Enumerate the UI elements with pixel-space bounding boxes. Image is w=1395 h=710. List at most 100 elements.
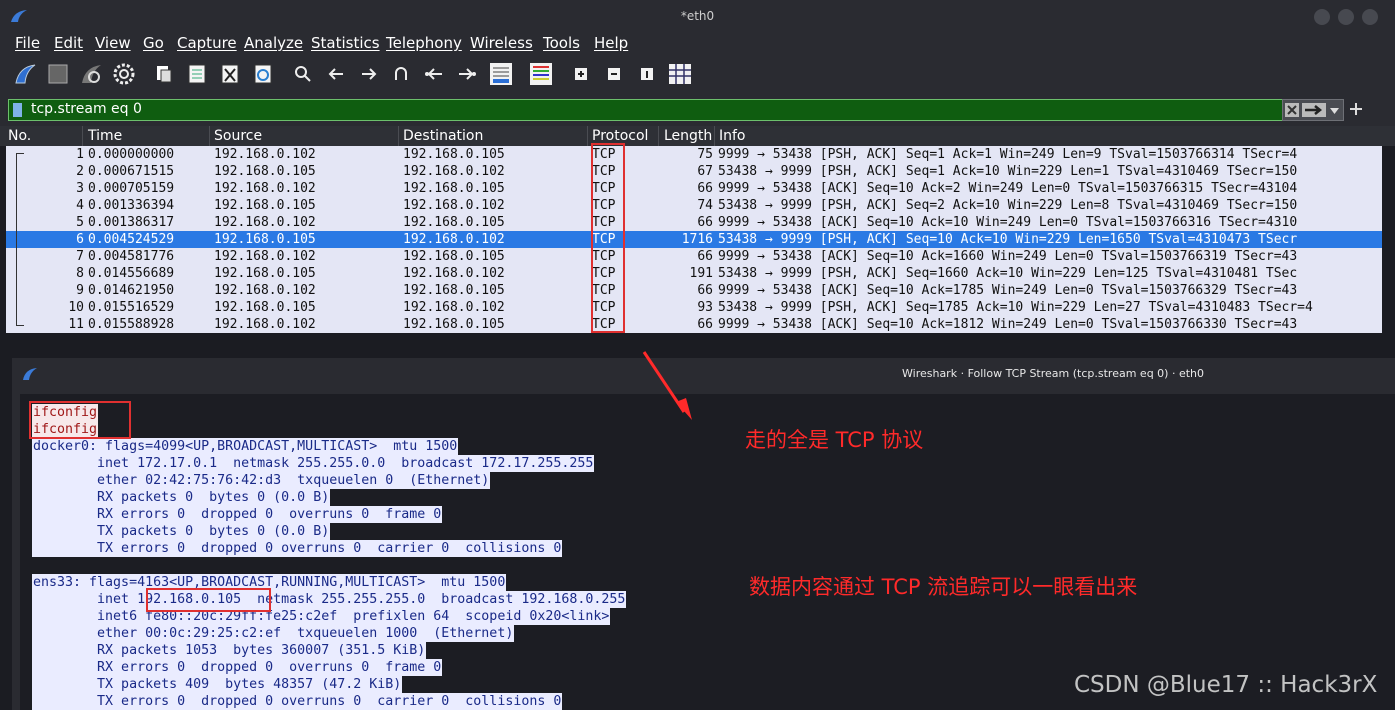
- packet-row[interactable]: 10 0.015516529 192.168.0.105 192.168.0.102 T…: [6, 299, 1382, 316]
- cell-length: 66: [697, 317, 713, 332]
- menu-statistics[interactable]: Statistics: [311, 34, 380, 52]
- filter-text: tcp.stream eq 0: [31, 101, 142, 117]
- menu-edit[interactable]: Edit: [54, 34, 83, 52]
- menu-tools[interactable]: Tools: [543, 34, 580, 52]
- packet-row[interactable]: 9 0.014621950 192.168.0.102 192.168.0.105 TC…: [6, 282, 1382, 299]
- col-protocol[interactable]: Protocol: [592, 128, 648, 144]
- auto-scroll-icon[interactable]: [489, 62, 513, 86]
- packet-row[interactable]: 1 0.000000000 192.168.0.102 192.168.0.105 TC…: [6, 146, 1382, 163]
- stream-line-server: ether 00:0c:29:25:c2:ef txqueuelen 1000 …: [32, 625, 515, 642]
- clear-filter-icon[interactable]: [1285, 103, 1299, 117]
- cell-length: 1716: [681, 232, 713, 247]
- bookmark-icon[interactable]: [13, 103, 22, 117]
- menu-help[interactable]: Help: [594, 34, 628, 52]
- find-packet-icon[interactable]: [291, 62, 315, 86]
- colorize-icon[interactable]: [529, 62, 553, 86]
- cell-time: 0.001386317: [88, 215, 175, 230]
- normal-size-icon[interactable]: [635, 62, 659, 86]
- packet-row[interactable]: 4 0.001336394 192.168.0.105 192.168.0.102 TC…: [6, 197, 1382, 214]
- cell-no: 8: [76, 266, 84, 281]
- zoom-out-icon[interactable]: [602, 62, 626, 86]
- follow-tcp-stream-window: Wireshark · Follow TCP Stream (tcp.strea…: [12, 358, 1395, 710]
- cell-no: 1: [76, 147, 84, 162]
- packet-row[interactable]: 5 0.001386317 192.168.0.102 192.168.0.105 TC…: [6, 214, 1382, 231]
- stream-line-server: RX errors 0 dropped 0 overruns 0 frame 0: [32, 506, 443, 523]
- cell-length: 93: [697, 300, 713, 315]
- go-forward-icon[interactable]: [357, 62, 381, 86]
- menu-telephony[interactable]: Telephony: [386, 34, 462, 52]
- menu-bar: File Edit View Go Capture Analyze Statis…: [0, 32, 1395, 56]
- save-file-icon[interactable]: [185, 62, 209, 86]
- packet-row[interactable]: 11 0.015588928 192.168.0.102 192.168.0.105 T…: [6, 316, 1382, 333]
- display-filter-bar: tcp.stream eq 0: [0, 94, 1395, 126]
- cell-time: 0.004524529: [88, 232, 175, 247]
- cell-destination: 192.168.0.102: [403, 164, 505, 179]
- main-toolbar: [0, 56, 1395, 94]
- annotation-follow-stream: 数据内容通过 TCP 流追踪可以一眼看出来: [749, 575, 1138, 599]
- cell-source: 192.168.0.102: [214, 181, 316, 196]
- cell-destination: 192.168.0.102: [403, 232, 505, 247]
- cell-source: 192.168.0.102: [214, 215, 316, 230]
- reload-file-icon[interactable]: [251, 62, 275, 86]
- cell-info: 9999 → 53438 [ACK] Seq=10 Ack=1660 Win=2…: [718, 249, 1298, 264]
- close-button[interactable]: [1362, 9, 1378, 25]
- maximize-button[interactable]: [1338, 9, 1354, 25]
- cell-length: 74: [697, 198, 713, 213]
- menu-go[interactable]: Go: [143, 34, 164, 52]
- stop-capture-icon[interactable]: [46, 62, 70, 86]
- go-back-icon[interactable]: [324, 62, 348, 86]
- close-file-icon[interactable]: [218, 62, 242, 86]
- start-capture-icon[interactable]: [13, 62, 37, 86]
- stream-content[interactable]: ifconfig ifconfig docker0: flags=4099<UP,B…: [20, 394, 1395, 710]
- stream-line-server: TX errors 0 dropped 0 overruns 0 carrier…: [32, 540, 563, 557]
- watermark: CSDN @Blue17 :: Hack3rX: [1074, 672, 1378, 698]
- col-destination[interactable]: Destination: [403, 128, 483, 144]
- menu-wireless[interactable]: Wireless: [470, 34, 533, 52]
- filter-actions: [1282, 99, 1344, 121]
- stream-line-server: RX packets 1053 bytes 360007 (351.5 KiB): [32, 642, 427, 659]
- cell-info: 53438 → 9999 [PSH, ACK] Seq=1 Ack=10 Win…: [718, 164, 1298, 179]
- cell-length: 66: [697, 181, 713, 196]
- packet-row[interactable]: 7 0.004581776 192.168.0.102 192.168.0.105 TC…: [6, 248, 1382, 265]
- packet-row[interactable]: 6 0.004524529 192.168.0.105 192.168.0.102 TC…: [6, 231, 1382, 248]
- menu-capture[interactable]: Capture: [177, 34, 237, 52]
- col-no[interactable]: No.: [8, 128, 31, 144]
- filter-dropdown-icon[interactable]: [1330, 108, 1339, 114]
- col-time[interactable]: Time: [88, 128, 122, 144]
- add-filter-button-icon[interactable]: [1349, 102, 1363, 116]
- display-filter-input[interactable]: tcp.stream eq 0: [8, 99, 1283, 121]
- col-length[interactable]: Length: [664, 128, 712, 144]
- menu-analyze[interactable]: Analyze: [244, 34, 303, 52]
- capture-options-gear-icon[interactable]: [112, 62, 136, 86]
- cell-length: 75: [697, 147, 713, 162]
- cell-no: 2: [76, 164, 84, 179]
- resize-columns-icon[interactable]: [668, 62, 692, 86]
- cell-source: 192.168.0.105: [214, 300, 316, 315]
- cell-no: 3: [76, 181, 84, 196]
- cell-destination: 192.168.0.105: [403, 181, 505, 196]
- cell-no: 10: [68, 300, 84, 315]
- go-to-packet-icon[interactable]: [389, 62, 413, 86]
- cell-no: 5: [76, 215, 84, 230]
- minimize-button[interactable]: [1314, 9, 1330, 25]
- packet-row[interactable]: 3 0.000705159 192.168.0.102 192.168.0.105 TC…: [6, 180, 1382, 197]
- packet-row[interactable]: 2 0.000671515 192.168.0.105 192.168.0.102 TC…: [6, 163, 1382, 180]
- cell-no: 6: [76, 232, 84, 247]
- col-info[interactable]: Info: [719, 128, 746, 144]
- packet-row[interactable]: 8 0.014556689 192.168.0.105 192.168.0.102 TC…: [6, 265, 1382, 282]
- menu-view[interactable]: View: [95, 34, 131, 52]
- first-packet-icon[interactable]: [422, 62, 446, 86]
- apply-filter-icon[interactable]: [1302, 103, 1326, 117]
- stream-line-server: docker0: flags=4099<UP,BROADCAST,MULTICA…: [32, 438, 459, 455]
- restart-capture-icon[interactable]: [79, 62, 103, 86]
- packet-list[interactable]: 1 0.000000000 192.168.0.102 192.168.0.105 TC…: [6, 146, 1382, 333]
- zoom-in-icon[interactable]: [569, 62, 593, 86]
- open-file-icon[interactable]: [152, 62, 176, 86]
- menu-file[interactable]: File: [15, 34, 40, 52]
- col-source[interactable]: Source: [214, 128, 262, 144]
- last-packet-icon[interactable]: [455, 62, 479, 86]
- cell-length: 66: [697, 215, 713, 230]
- cell-info: 53438 → 9999 [PSH, ACK] Seq=1785 Ack=10 …: [718, 300, 1313, 315]
- cell-info: 9999 → 53438 [ACK] Seq=10 Ack=10 Win=249…: [718, 215, 1298, 230]
- cell-destination: 192.168.0.102: [403, 198, 505, 213]
